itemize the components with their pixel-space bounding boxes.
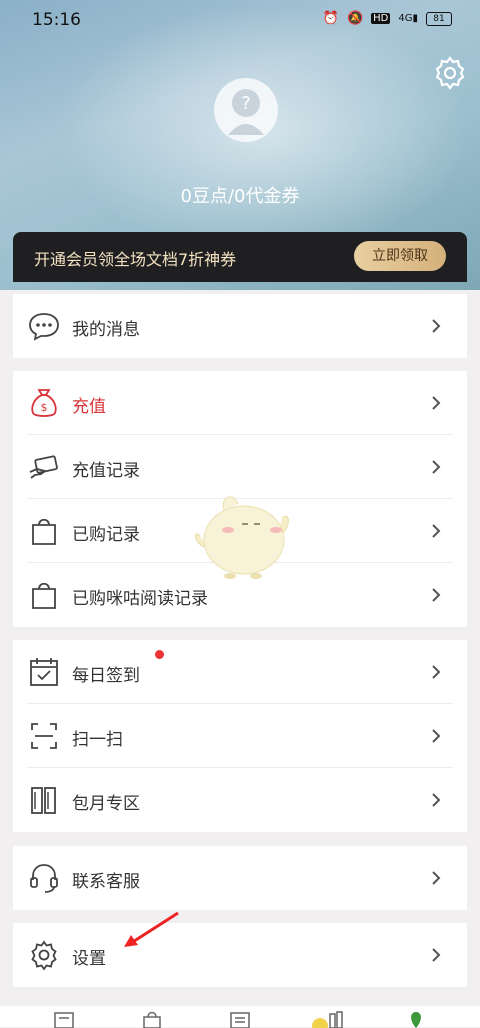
messages-card: 我的消息: [13, 294, 467, 358]
calendar-check-icon: [30, 658, 58, 686]
scan-icon: [31, 723, 57, 749]
menu-item-label: 扫一扫: [72, 730, 123, 750]
menu-item-label: 充值记录: [72, 461, 140, 481]
chevron-right-icon: [432, 588, 441, 602]
chevron-right-icon: [432, 460, 441, 474]
claim-button[interactable]: 立即领取: [354, 241, 446, 271]
chevron-right-icon: [432, 524, 441, 538]
avatar-placeholder-icon: ?: [228, 89, 264, 135]
menu-item-label: 充值: [72, 397, 106, 417]
menu-item-label: 联系客服: [72, 872, 140, 892]
menu-item-label: 每日签到: [72, 666, 140, 686]
chevron-right-icon: [432, 871, 441, 885]
profile-header: 15:16 ⏰ 🔕 HD 4G▮ 81 ? 0豆点/0代金券 开通会员领全场文档…: [0, 0, 480, 290]
bottom-tab-bar: [0, 1006, 480, 1028]
menu-item-label: 已购记录: [72, 525, 140, 545]
chevron-right-icon: [432, 396, 441, 410]
menu-item-label: 我的消息: [72, 320, 140, 340]
tab-home-icon[interactable]: [52, 1010, 76, 1028]
menu-item-settings[interactable]: 设置: [13, 923, 467, 987]
service-card: 联系客服: [13, 846, 467, 910]
vip-banner-text: 开通会员领全场文档7折神券: [34, 250, 237, 269]
menu-item-recharge[interactable]: $ 充值: [13, 371, 467, 435]
chevron-right-icon: [432, 793, 441, 807]
settings-card: 设置: [13, 923, 467, 987]
menu-item-messages[interactable]: 我的消息: [13, 294, 467, 358]
tab-store-icon[interactable]: [140, 1010, 164, 1028]
battery-icon: 81: [426, 11, 452, 26]
alarm-icon: ⏰: [322, 11, 339, 26]
gear-icon: [31, 940, 57, 971]
status-time: 15:16: [32, 10, 81, 30]
tab-profile-icon[interactable]: [404, 1010, 428, 1028]
vip-banner[interactable]: 开通会员领全场文档7折神券 立即领取: [13, 232, 467, 282]
annotation-arrow: [124, 911, 179, 947]
network-label: 4G: [398, 13, 413, 24]
hd-icon: HD: [371, 13, 391, 24]
svg-text:$: $: [41, 401, 48, 414]
shopping-bag-icon: [32, 518, 56, 545]
tab-bookshelf-icon[interactable]: [310, 1010, 346, 1028]
headset-icon: [30, 864, 58, 893]
mascot-icon[interactable]: [190, 488, 294, 582]
settings-gear-icon[interactable]: [432, 55, 468, 91]
avatar[interactable]: ?: [214, 78, 278, 142]
notification-dot: [155, 650, 164, 659]
balance-text[interactable]: 0豆点/0代金券: [0, 182, 480, 208]
menu-item-monthly[interactable]: 包月专区: [13, 768, 467, 832]
menu-item-scan[interactable]: 扫一扫: [13, 704, 467, 768]
books-icon: [31, 787, 56, 814]
mute-icon: 🔕: [346, 11, 364, 26]
tab-docs-icon[interactable]: [228, 1010, 252, 1028]
shopping-bag-icon: [32, 582, 56, 609]
status-bar: 15:16 ⏰ 🔕 HD 4G▮ 81: [0, 0, 480, 40]
menu-item-label: 已购咪咕阅读记录: [72, 589, 208, 609]
chevron-right-icon: [432, 319, 441, 333]
tools-card: 每日签到 扫一扫 包月专区: [13, 640, 467, 832]
chevron-right-icon: [432, 948, 441, 962]
chevron-right-icon: [432, 665, 441, 679]
menu-item-label: 设置: [72, 949, 106, 969]
status-icons: ⏰ 🔕 HD 4G▮ 81: [323, 11, 452, 26]
money-bag-icon: $: [31, 389, 57, 417]
chat-bubble-icon: [29, 313, 59, 341]
chevron-right-icon: [432, 729, 441, 743]
signal-icon: 4G▮: [398, 13, 418, 24]
menu-item-label: 包月专区: [72, 794, 140, 814]
menu-item-daily-signin[interactable]: 每日签到: [13, 640, 467, 704]
card-hand-icon: [29, 455, 58, 479]
menu-item-customer-service[interactable]: 联系客服: [13, 846, 467, 910]
svg-text:?: ?: [241, 93, 251, 114]
